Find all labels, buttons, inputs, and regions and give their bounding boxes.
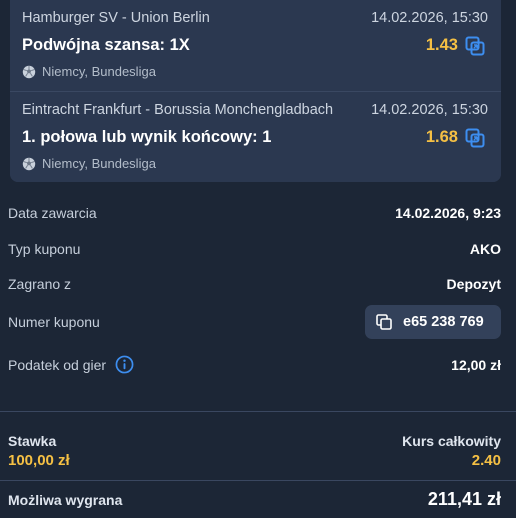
swap-icon[interactable] <box>465 36 485 56</box>
bet-pick: Podwójna szansa: 1X <box>22 36 190 54</box>
copy-icon <box>376 314 392 330</box>
detail-row-date: Data zawarcia 14.02.2026, 9:23 <box>8 205 501 221</box>
bet-odds: 1.43 <box>425 36 458 54</box>
bet-pick: 1. połowa lub wynik końcowy: 1 <box>22 128 272 146</box>
stake-value: 100,00 zł <box>8 452 70 469</box>
soccer-ball-icon <box>22 157 36 170</box>
source-label: Zagrano z <box>8 276 72 292</box>
events-panel: Hamburger SV - Union Berlin 14.02.2026, … <box>10 0 501 182</box>
divider <box>0 480 516 481</box>
coupon-label: Numer kuponu <box>8 314 100 330</box>
league-info: Niemcy, Bundesliga <box>22 64 156 79</box>
detail-row-tax: Podatek od gier 12,00 zł <box>8 355 501 374</box>
swap-icon[interactable] <box>465 128 485 148</box>
type-label: Typ kuponu <box>8 241 81 257</box>
date-label: Data zawarcia <box>8 205 97 221</box>
match-datetime: 14.02.2026, 15:30 <box>371 10 488 26</box>
divider <box>0 411 516 412</box>
league-name: Niemcy, Bundesliga <box>42 64 156 79</box>
total-odds-value: 2.40 <box>471 452 501 469</box>
league-name: Niemcy, Bundesliga <box>42 156 156 171</box>
soccer-ball-icon <box>22 65 36 78</box>
match-datetime: 14.02.2026, 15:30 <box>371 102 488 118</box>
detail-row-type: Typ kuponu AKO <box>8 241 501 257</box>
copy-coupon-button[interactable]: e65 238 769 <box>365 305 501 339</box>
tax-label: Podatek od gier <box>8 356 107 373</box>
type-value: AKO <box>469 241 501 257</box>
tax-value: 12,00 zł <box>451 356 501 373</box>
detail-row-source: Zagrano z Depozyt <box>8 276 501 292</box>
bet-odds: 1.68 <box>425 128 458 146</box>
match-name: Hamburger SV - Union Berlin <box>22 10 210 26</box>
match-name: Eintracht Frankfurt - Borussia Monchengl… <box>22 102 334 118</box>
league-info: Niemcy, Bundesliga <box>22 156 156 171</box>
possible-win-label: Możliwa wygrana <box>8 492 123 508</box>
info-icon[interactable] <box>115 355 134 374</box>
event-card[interactable]: Hamburger SV - Union Berlin 14.02.2026, … <box>10 0 501 91</box>
event-card[interactable]: Eintracht Frankfurt - Borussia Monchengl… <box>10 91 501 182</box>
detail-row-coupon: Numer kuponu e65 238 769 <box>8 305 501 339</box>
possible-win-value: 211,41 zł <box>427 489 501 509</box>
total-odds-label: Kurs całkowity <box>402 433 501 449</box>
coupon-value: e65 238 769 <box>403 314 484 330</box>
date-value: 14.02.2026, 9:23 <box>395 205 501 221</box>
source-value: Depozyt <box>446 276 501 292</box>
stake-label: Stawka <box>8 433 57 449</box>
